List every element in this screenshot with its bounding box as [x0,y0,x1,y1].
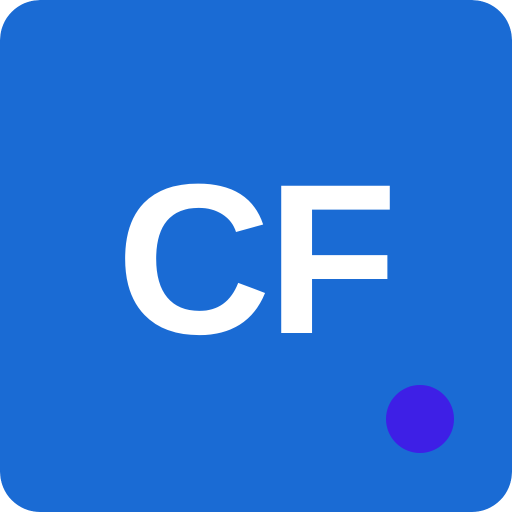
app-icon-graphic: CF [0,0,512,512]
notification-dot-icon [386,385,454,453]
monogram-text: CF [116,140,393,379]
app-icon[interactable]: CF [0,0,512,512]
